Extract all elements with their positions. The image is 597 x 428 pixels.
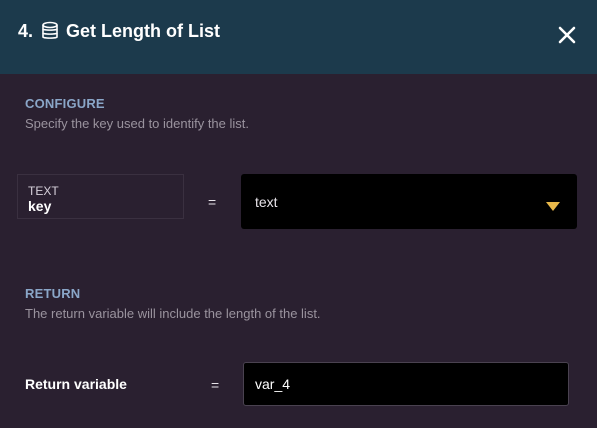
- return-section-description: The return variable will include the len…: [25, 306, 321, 321]
- key-parameter-box: TEXT key: [17, 174, 184, 219]
- dialog-title: Get Length of List: [66, 21, 220, 41]
- step-number: 4.: [18, 21, 34, 41]
- close-icon[interactable]: [556, 24, 578, 46]
- return-variable-label: Return variable: [25, 376, 127, 392]
- key-type-label: TEXT: [28, 184, 59, 198]
- configure-section-description: Specify the key used to identify the lis…: [25, 116, 250, 131]
- dialog-header: 4. Get Length of List: [0, 0, 597, 74]
- return-equals-sign: =: [211, 377, 220, 393]
- configure-section-title: CONFIGURE: [25, 96, 105, 111]
- return-section-title: RETURN: [25, 286, 81, 301]
- key-name-label: key: [28, 198, 52, 214]
- chevron-down-icon: [546, 198, 560, 211]
- key-value-selected: text: [255, 194, 278, 210]
- key-value-select[interactable]: text: [241, 174, 577, 229]
- database-icon: [40, 21, 60, 41]
- return-variable-input[interactable]: [243, 362, 569, 406]
- key-equals-sign: =: [208, 194, 217, 210]
